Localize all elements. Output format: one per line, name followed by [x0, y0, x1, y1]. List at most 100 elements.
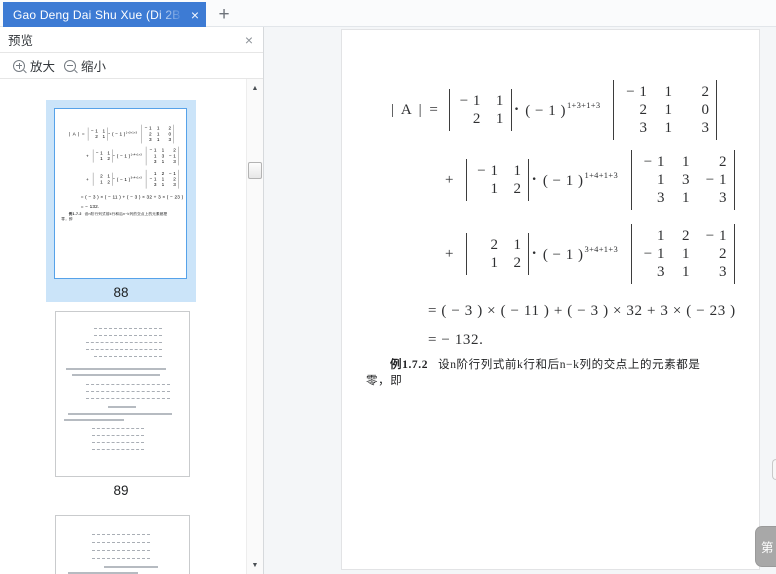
det2-matrix: − 11 21 — [88, 127, 108, 141]
formula-line-2: + − 11 12 · ( − 1 )1+4+1+3 − 112 13− 1 — [445, 150, 746, 210]
formula-result-line-1: = ( − 3 ) × ( − 11 ) + ( − 3 ) × 32 + 3 … — [428, 303, 736, 319]
sign-factor: ( − 1 )3+4+1+3 — [116, 176, 142, 183]
thumb-miniature — [92, 550, 150, 551]
formula-line-1: | A | = − 11 21 · ( − 1 )1+3+1+3 − 112 2… — [391, 80, 746, 140]
thumb-miniature — [92, 534, 150, 535]
det3-matrix: 1 2− 1 − 112 313 — [631, 224, 735, 284]
example-paragraph: 例1.7.2 设n阶行列式前k行和后n−k列的交点上的元素都是 零，即 — [61, 212, 185, 222]
thumbnail-89-page-number: 89 — [113, 483, 129, 498]
example-text-line-2: 零，即 — [366, 374, 403, 387]
example-text-line-1: 设n阶行列式前k行和后n−k列的交点上的元素都是 — [438, 359, 701, 371]
formula-result-line-2: = − 132. — [80, 203, 100, 210]
det3-matrix: − 112 210 313 — [613, 80, 718, 140]
example-text-line-2: 零，即 — [61, 217, 73, 221]
thumb-miniature — [92, 542, 150, 543]
det3-matrix: − 112 210 313 — [141, 124, 174, 144]
sign-factor: ( − 1 )1+3+1+3 — [525, 99, 601, 119]
thumbnail-page-90[interactable] — [55, 515, 190, 574]
formula-line-3: + 21 12 · ( − 1 )3+4+1+3 12− 1 − 112 3 — [445, 224, 746, 284]
scroll-up-arrow-icon[interactable]: ▲ — [247, 80, 263, 96]
tab-bar: Gao Deng Dai Shu Xue (Di 2B × + — [0, 0, 776, 27]
preview-close-icon[interactable]: × — [245, 33, 253, 47]
thumb-miniature — [92, 428, 144, 429]
thumbnail-list: | A | = − 11 21 · ( − 1 )1+3+1+3 − 112 2… — [0, 79, 263, 574]
scroll-down-arrow-icon[interactable]: ▼ — [247, 557, 263, 573]
new-tab-button[interactable]: + — [209, 2, 239, 27]
thumbnail-scrollbar[interactable]: ▲ ▼ — [246, 79, 263, 574]
sign-factor: ( − 1 )1+3+1+3 — [111, 130, 138, 137]
thumbnail-page-88-selected[interactable]: | A | = − 11 21 · ( − 1 )1+3+1+3 − 112 2… — [46, 100, 196, 302]
plus-sign: + — [445, 245, 454, 262]
determinant-lhs: | A | = — [69, 131, 86, 137]
zoom-out-icon[interactable] — [64, 59, 77, 72]
formula-line-3: + 21 12 · ( − 1 )3+4+1+3 12− 1 − 112 3 — [86, 169, 186, 189]
document-page: | A | = − 11 21 · ( − 1 )1+3+1+3 − 112 2… — [341, 29, 760, 570]
sign-factor: ( − 1 )1+4+1+3 — [542, 169, 618, 189]
thumb-miniature — [86, 391, 170, 392]
page-indicator-text: 第 — [761, 541, 774, 555]
tab-close-icon[interactable]: × — [191, 8, 199, 22]
collapsed-floating-button — [772, 459, 776, 480]
det3-matrix: 1 2− 1 − 112 313 — [145, 169, 179, 189]
thumb-miniature — [108, 406, 136, 408]
thumb-miniature — [66, 368, 166, 370]
thumb-miniature — [68, 413, 172, 415]
formula-line-2: + − 11 12 · ( − 1 )1+4+1+3 − 112 13− 1 — [86, 146, 186, 166]
sign-factor: ( − 1 )1+4+1+3 — [116, 152, 142, 159]
example-label: 例1.7.2 — [68, 212, 82, 216]
thumb-miniature — [104, 566, 158, 568]
det2-matrix: − 11 12 — [466, 159, 530, 201]
multiplication-dot: · — [531, 245, 537, 262]
plus-sign: + — [86, 176, 89, 182]
formula-result-line-2: = − 132. — [428, 332, 484, 348]
multiplication-dot: · — [113, 176, 115, 182]
thumbnail-88-page-number: 88 — [113, 285, 129, 300]
example-paragraph: 例1.7.2 设n阶行列式前k行和后n−k列的交点上的元素都是 零，即 — [366, 358, 746, 389]
tab-active-document[interactable]: Gao Deng Dai Shu Xue (Di 2B × — [3, 2, 206, 27]
thumb-miniature — [94, 328, 162, 329]
zoom-out-button[interactable]: 缩小 — [81, 56, 106, 75]
zoom-in-button[interactable]: 放大 — [30, 56, 55, 75]
plus-sign: + — [445, 171, 454, 188]
thumb-miniature — [92, 558, 150, 559]
plus-icon: + — [218, 3, 230, 25]
thumb-miniature — [86, 398, 170, 399]
thumb-miniature — [94, 356, 162, 357]
formula-result-line-1: = ( − 3 ) × ( − 11 ) + ( − 3 ) × 32 + 3 … — [80, 194, 184, 200]
thumbnail-page-89[interactable] — [55, 311, 190, 477]
thumbnail-88-page-image: | A | = − 11 21 · ( − 1 )1+3+1+3 − 112 2… — [54, 108, 187, 279]
document-viewport[interactable]: | A | = − 11 21 · ( − 1 )1+3+1+3 − 112 2… — [264, 27, 776, 574]
thumb-miniature — [94, 335, 162, 336]
preview-toolbar: 放大 缩小 — [0, 53, 263, 79]
thumb-miniature — [92, 449, 144, 450]
thumb-miniature — [72, 374, 160, 376]
preview-panel: 预览 × 放大 缩小 | A | = − 11 21 · (− 1)1+3+… — [0, 27, 264, 574]
multiplication-dot: · — [113, 153, 115, 159]
example-text-line-1: 设n阶行列式前k行和后n−k列的交点上的元素都是 — [84, 212, 168, 216]
thumb-miniature — [86, 349, 162, 350]
det2-matrix: − 11 21 — [448, 89, 512, 131]
multiplication-dot: · — [108, 131, 111, 137]
thumb-miniature — [86, 342, 162, 343]
multiplication-dot: · — [513, 101, 520, 118]
sign-factor: ( − 1 )3+4+1+3 — [542, 243, 618, 263]
multiplication-dot: · — [531, 171, 537, 188]
zoom-in-icon[interactable] — [13, 59, 25, 72]
tab-title-fade — [156, 2, 184, 27]
scrollbar-thumb[interactable] — [248, 162, 262, 179]
formula-line-1: | A | = − 11 21 · ( − 1 )1+3+1+3 − 112 2… — [69, 124, 186, 144]
example-label: 例1.7.2 — [390, 359, 429, 371]
det3-matrix: − 112 1 3− 1 313 — [145, 146, 179, 166]
plus-sign: + — [86, 153, 89, 159]
determinant-lhs: | A | = — [391, 101, 440, 118]
page-number-indicator: 第 — [755, 526, 776, 567]
preview-panel-header: 预览 × — [0, 27, 263, 53]
thumb-miniature — [92, 435, 144, 436]
preview-panel-title: 预览 — [8, 34, 34, 48]
thumb-miniature — [86, 384, 170, 385]
det2-matrix: 21 12 — [92, 172, 113, 186]
det2-matrix: 21 12 — [466, 233, 530, 275]
thumb-miniature — [92, 442, 144, 443]
thumb-miniature — [68, 572, 138, 574]
det3-matrix: − 112 1 3− 1 313 — [631, 150, 735, 210]
